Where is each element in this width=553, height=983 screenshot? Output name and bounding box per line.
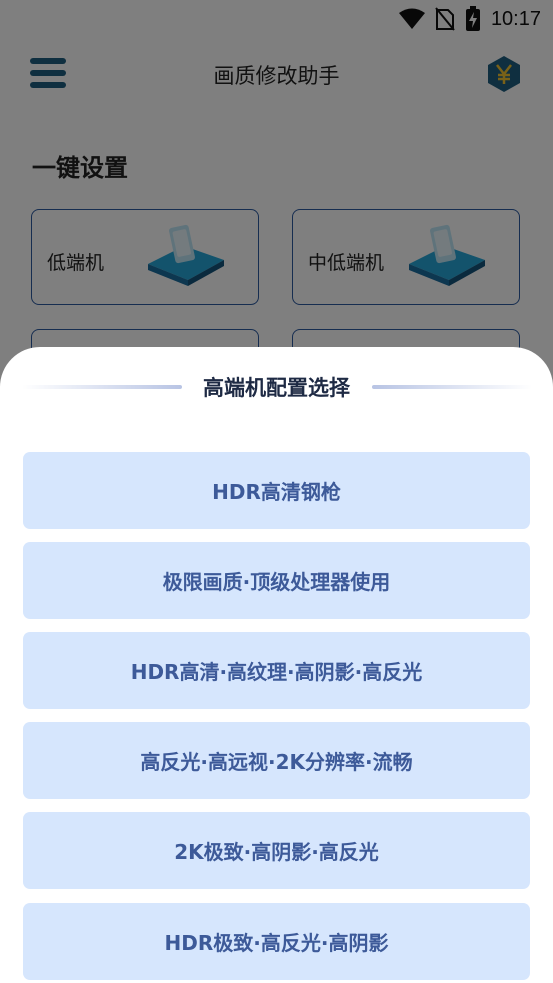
bottom-sheet: 高端机配置选择 HDR高清钢枪 极限画质·顶级处理器使用 HDR高清·高纹理·高… (0, 347, 553, 983)
option-button[interactable]: HDR高清·高纹理·高阴影·高反光 (23, 632, 530, 709)
divider-right (372, 385, 532, 389)
sheet-header: 高端机配置选择 (0, 371, 553, 401)
option-button[interactable]: 高反光·高远视·2K分辨率·流畅 (23, 722, 530, 799)
option-button[interactable]: HDR极致·高反光·高阴影 (23, 903, 530, 980)
option-button[interactable]: HDR高清钢枪 (23, 452, 530, 529)
option-button[interactable]: 极限画质·顶级处理器使用 (23, 542, 530, 619)
option-button[interactable]: 2K极致·高阴影·高反光 (23, 812, 530, 889)
